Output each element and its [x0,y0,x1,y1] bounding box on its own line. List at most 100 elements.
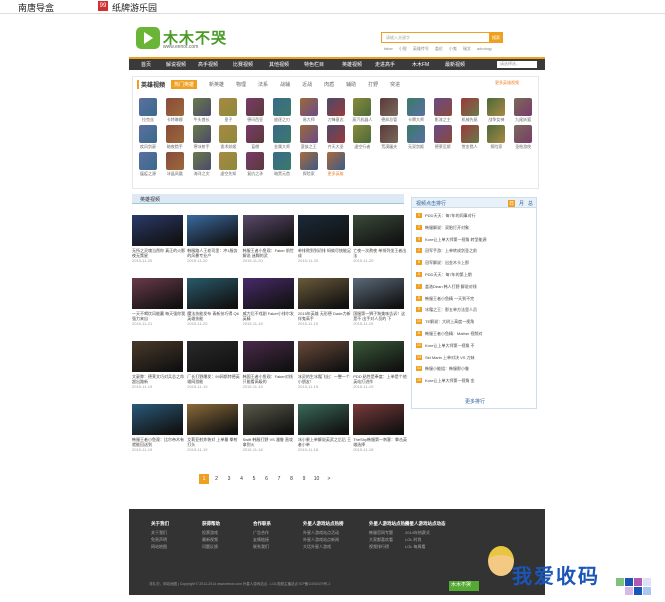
search-button[interactable]: 搜索 [489,32,503,43]
video-thumbnail[interactable] [242,278,294,309]
hero-name[interactable]: 金属大师 [269,144,296,150]
video-caption[interactable]: PDD 粘性是奉度：上单是个他英站打进作 2015-11-19 [353,374,407,389]
hero-portrait[interactable] [219,125,238,143]
hero-name[interactable]: 更多英雄 [322,171,349,177]
video-thumbnail[interactable] [242,404,294,435]
video-thumbnail[interactable] [187,278,239,309]
ranking-item-title[interactable]: 韩服小能组：韩服那小鲁 [425,366,469,371]
hero-tab[interactable]: 战辅 [280,81,290,88]
video-thumbnail[interactable] [242,215,294,246]
hero-portrait[interactable] [139,125,157,143]
footer-link[interactable]: 网站地图 [151,543,169,550]
nav-item[interactable]: 其他视频 [269,61,289,68]
footer-link[interactable]: 广告合作 [253,529,271,536]
page-link[interactable]: > [324,474,334,484]
hero-portrait[interactable] [407,125,425,143]
hero-name[interactable]: 赏金猎人 [456,144,483,150]
video-title[interactable]: 文豪弊：德莱文巧对兵总之命 超出路新 [132,374,184,384]
ranking-item-title[interactable]: Skt Marin 上单对决 VS 刀妹 [425,355,475,360]
video-caption[interactable]: 2015年英雄 无形德 Dade力新 伴鬼高手 2015-11-19 [298,311,352,326]
hero-portrait[interactable] [165,125,184,143]
hero-portrait[interactable] [433,125,452,143]
footer-link[interactable]: 免责声明 [151,536,169,543]
video-caption[interactable]: 无所之灵魂当然你 真正的火影夜无策星 2015-11-20 [132,248,186,263]
video-title[interactable]: PDD 粘性是奉度：上单是个他英站打进作 [353,374,407,384]
page-link[interactable]: 9 [299,474,309,484]
hero-name[interactable]: 圣枪游侠 [510,144,537,150]
footer-link[interactable]: 联系我们 [253,543,271,550]
hero-portrait[interactable] [407,98,425,116]
video-thumbnail[interactable] [353,341,405,372]
video-caption[interactable]: 冰小果上单解说英武之后后 王者小单 2015-11-18 [298,437,352,452]
hero-name[interactable]: 疾风剑豪 [135,144,162,150]
hero-name[interactable]: 瘟疫之源 [135,171,162,177]
ranking-item[interactable]: 5 冠军解说：出金木卡上那 [416,260,534,266]
ranking-item-title[interactable]: 冠军手游：上单转成剑圣之前 [425,248,477,253]
hero-portrait[interactable] [246,98,265,116]
hero-name[interactable]: 虚空先知 [215,171,242,177]
video-title[interactable]: 单排熬到到初排 蚂蚁尽统能足成 [298,248,351,258]
hot-keyword[interactable]: 小鬼 [449,46,457,51]
hero-name[interactable]: 牛头酋长 [188,117,215,123]
browser-tab-2[interactable]: 纸牌游乐园 [112,1,157,14]
video-caption[interactable]: Swift 韩服打野 VS 潘鲁 直攻拿到火 2015-11-18 [243,437,297,452]
hero-portrait[interactable] [299,125,318,143]
hero-portrait[interactable] [380,98,399,116]
video-thumbnail[interactable] [187,341,239,372]
hero-name[interactable]: 暗夜猎手 [161,144,188,150]
hero-portrait[interactable] [353,125,372,143]
hero-portrait[interactable] [165,98,184,116]
footer-link[interactable]: 投票游戏 [202,529,220,536]
hero-portrait[interactable] [246,125,265,143]
hero-portrait[interactable] [460,125,479,143]
video-title[interactable]: 魔法技能发布 青新技巧得 Q6英雄技能 [187,311,239,321]
video-title[interactable]: 威力后不戏剧 Faker小排尔发英精 [243,311,294,321]
video-thumbnail[interactable] [297,215,349,246]
hero-portrait[interactable] [246,152,265,170]
video-caption[interactable]: 威力后不戏剧 Faker小排尔发英精 2015-11-19 [243,311,297,326]
hero-name[interactable]: 刀锋意志 [322,117,349,123]
hero-name[interactable]: 探险家 [483,144,510,150]
video-title[interactable]: 韩服王者小鱼观：Faker 前世解说 迷糊的武 [243,248,294,258]
hot-keyword[interactable]: 小智 [399,46,407,51]
hero-tab[interactable]: 新英雄 [209,81,224,88]
search-input[interactable]: 请输入关键字 [381,32,491,43]
ranking-item[interactable]: 12 Kore让上单大师第一视角 不 [416,342,534,349]
ranking-item[interactable]: 13 Skt Marin 上单对决 VS 刀妹 [416,354,534,361]
video-thumbnail[interactable] [297,341,349,372]
page-link[interactable]: 2 [212,474,222,484]
hero-name[interactable]: 机械先驱 [456,117,483,123]
hero-name[interactable]: 荒漠屠夫 [376,144,403,150]
video-thumbnail[interactable] [132,215,183,246]
video-caption[interactable]: 文豪弊：德莱文巧对兵总之命 超出路新 2015-11-19 [132,374,186,389]
ranking-item-title[interactable]: Kore让上单大师第一视角 金 [425,378,475,383]
ranking-item[interactable]: 6 PDD天天：每7年的第上期 [416,272,534,278]
hero-portrait[interactable] [514,98,533,116]
hero-name[interactable]: 冰晶凤凰 [161,171,188,177]
ranking-tab[interactable]: 月 [519,200,524,207]
ranking-item-title[interactable]: TE解说：大树上高度一视角 [425,319,474,324]
page-link[interactable]: 1 [199,474,209,484]
video-title[interactable]: 韩国王者小鱼观：Faker对线 只能看高级的 [243,374,293,384]
video-thumbnail[interactable] [132,341,183,372]
hero-name[interactable]: 战争女神 [483,117,510,123]
hero-name[interactable]: 盲僧 [242,144,269,150]
ranking-item[interactable]: 14 韩服小能组：韩服那小鲁 [416,366,534,372]
nav-item[interactable]: 走进高手 [375,61,395,68]
ranking-item-title[interactable]: 冠军解说：出金木卡上那 [425,260,469,265]
ranking-tab[interactable]: 总 [528,200,533,207]
hot-keyword[interactable]: faker [384,46,393,51]
hero-name[interactable]: 无双剑姬 [403,144,430,150]
hero-portrait[interactable] [139,152,157,170]
hero-name[interactable]: 探险家 [295,171,322,177]
hero-name[interactable]: 寒冰射手 [188,144,215,150]
ranking-item[interactable]: 15 Kore让上单大师第一视角 金 [416,378,534,384]
nav-item[interactable]: 木木FM [412,61,429,68]
hero-name[interactable]: 放逐之刃 [269,117,296,123]
hero-name[interactable]: 九尾妖狐 [510,117,537,123]
hero-name[interactable]: 复仇之矛 [242,171,269,177]
video-caption[interactable]: 韩服王者小鱼观：比尔帝木有 就能回送到 2015-11-19 [132,437,186,452]
ranking-item[interactable]: 1 PDD天天：每7年的同事对行 [416,213,534,219]
hero-name[interactable]: 暗黑元首 [269,171,296,177]
hero-tab[interactable]: 肉盾 [324,81,334,88]
